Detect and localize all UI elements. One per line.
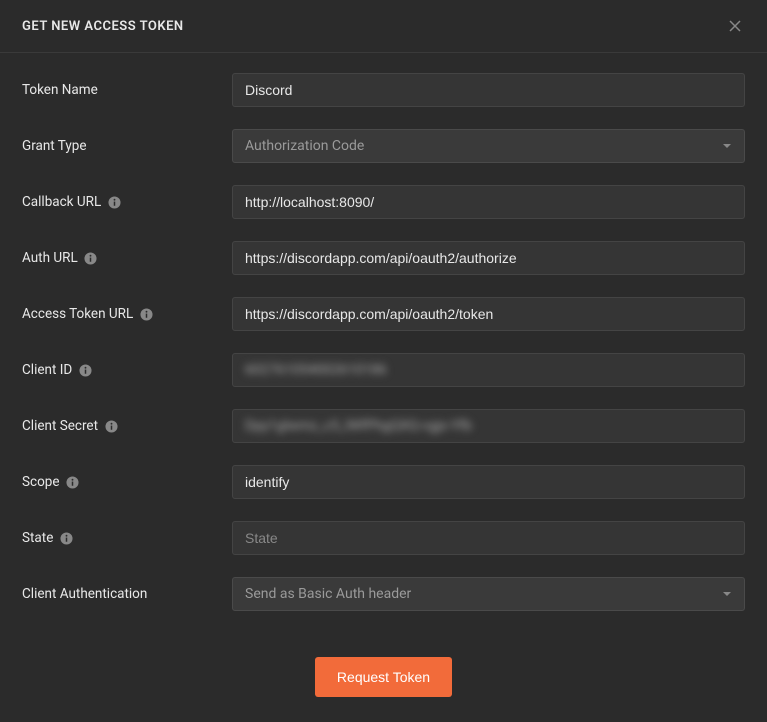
label-wrap: Token Name xyxy=(22,82,232,98)
row-state: State xyxy=(22,521,745,555)
client-id-input[interactable]: 602761054002610186 xyxy=(232,353,745,387)
grant-type-value: Authorization Code xyxy=(245,138,364,154)
info-icon[interactable] xyxy=(139,307,153,321)
row-token-name: Token Name xyxy=(22,73,745,107)
client-auth-value: Send as Basic Auth header xyxy=(245,586,411,602)
info-icon[interactable] xyxy=(78,363,92,377)
info-icon[interactable] xyxy=(84,251,98,265)
access-token-url-label: Access Token URL xyxy=(22,306,133,322)
access-token-dialog: GET NEW ACCESS TOKEN Token Name Grant Ty… xyxy=(0,0,767,722)
row-client-id: Client ID 602761054002610186 xyxy=(22,353,745,387)
dialog-footer: Request Token xyxy=(0,633,767,721)
field-wrap: Send as Basic Auth header xyxy=(232,577,745,611)
close-icon xyxy=(727,18,743,34)
callback-url-label: Callback URL xyxy=(22,194,101,210)
client-secret-input[interactable]: Dpy1glwmz_c5_lWfPhgQXQ-vgjx-Yfb xyxy=(232,409,745,443)
row-callback-url: Callback URL xyxy=(22,185,745,219)
field-wrap xyxy=(232,297,745,331)
info-icon[interactable] xyxy=(59,531,73,545)
field-wrap: Dpy1glwmz_c5_lWfPhgQXQ-vgjx-Yfb xyxy=(232,409,745,443)
auth-url-label: Auth URL xyxy=(22,250,78,266)
label-wrap: Grant Type xyxy=(22,138,232,154)
callback-url-input[interactable] xyxy=(232,185,745,219)
token-name-input[interactable] xyxy=(232,73,745,107)
info-icon[interactable] xyxy=(104,419,118,433)
label-wrap: Client Secret xyxy=(22,418,232,434)
row-client-auth: Client Authentication Send as Basic Auth… xyxy=(22,577,745,611)
caret-down-icon xyxy=(722,589,732,599)
dialog-title: GET NEW ACCESS TOKEN xyxy=(22,19,184,34)
state-input[interactable] xyxy=(232,521,745,555)
scope-label: Scope xyxy=(22,474,60,490)
client-auth-label: Client Authentication xyxy=(22,586,147,602)
access-token-url-input[interactable] xyxy=(232,297,745,331)
field-wrap xyxy=(232,241,745,275)
auth-url-input[interactable] xyxy=(232,241,745,275)
label-wrap: Auth URL xyxy=(22,250,232,266)
row-grant-type: Grant Type Authorization Code xyxy=(22,129,745,163)
dialog-header: GET NEW ACCESS TOKEN xyxy=(0,0,767,53)
label-wrap: Client Authentication xyxy=(22,586,232,602)
field-wrap: 602761054002610186 xyxy=(232,353,745,387)
field-wrap xyxy=(232,185,745,219)
label-wrap: Callback URL xyxy=(22,194,232,210)
info-icon[interactable] xyxy=(66,475,80,489)
client-id-label: Client ID xyxy=(22,362,72,378)
row-scope: Scope xyxy=(22,465,745,499)
grant-type-select[interactable]: Authorization Code xyxy=(232,129,745,163)
row-access-token-url: Access Token URL xyxy=(22,297,745,331)
grant-type-label: Grant Type xyxy=(22,138,87,154)
client-auth-select[interactable]: Send as Basic Auth header xyxy=(232,577,745,611)
row-auth-url: Auth URL xyxy=(22,241,745,275)
state-label: State xyxy=(22,530,53,546)
info-icon[interactable] xyxy=(107,195,121,209)
form-body: Token Name Grant Type Authorization Code xyxy=(0,53,767,633)
label-wrap: Scope xyxy=(22,474,232,490)
scope-input[interactable] xyxy=(232,465,745,499)
label-wrap: Access Token URL xyxy=(22,306,232,322)
label-wrap: State xyxy=(22,530,232,546)
token-name-label: Token Name xyxy=(22,82,98,98)
row-client-secret: Client Secret Dpy1glwmz_c5_lWfPhgQXQ-vgj… xyxy=(22,409,745,443)
field-wrap xyxy=(232,521,745,555)
request-token-button[interactable]: Request Token xyxy=(315,657,452,697)
caret-down-icon xyxy=(722,141,732,151)
close-button[interactable] xyxy=(725,16,745,36)
client-secret-label: Client Secret xyxy=(22,418,98,434)
field-wrap xyxy=(232,465,745,499)
field-wrap xyxy=(232,73,745,107)
field-wrap: Authorization Code xyxy=(232,129,745,163)
label-wrap: Client ID xyxy=(22,362,232,378)
